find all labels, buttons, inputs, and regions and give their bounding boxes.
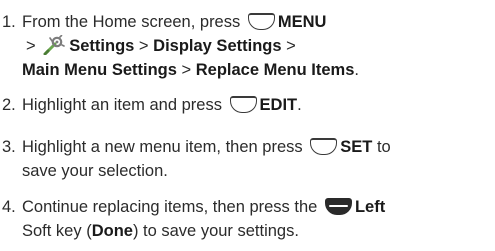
display-settings-label: Display Settings [153,37,282,55]
center-softkey-icon [310,138,338,155]
step-text: Continue replacing items, then press the [22,198,318,216]
step-text: Highlight an item and press [22,96,222,114]
step-text: Soft key ( [22,222,92,240]
step-text: save your selection. [22,162,168,180]
center-softkey-icon [229,96,257,113]
step-text: From the Home screen, press [22,13,241,31]
period: . [354,61,359,79]
instructions-page: 1. From the Home screen, press MENU > Se… [0,0,495,251]
step-body: Highlight a new menu item, then press SE… [22,135,492,183]
step-body: Continue replacing items, then press the… [22,195,492,243]
menu-key-label: MENU [277,13,327,31]
step-text: ) to save your settings. [132,222,299,240]
step-text: Highlight a new menu item, then press [22,138,303,156]
left-softkey-icon [324,198,352,215]
path-separator: > [138,37,149,55]
path-separator: > [286,37,296,55]
center-softkey-icon [247,13,275,30]
edit-key-label: EDIT [259,96,298,114]
step-number: 3. [2,138,16,156]
step-number: 1. [2,13,16,31]
step-number: 2. [2,96,16,114]
settings-label: Settings [69,37,135,55]
step-body: Highlight an item and press EDIT. [22,93,492,117]
done-label: Done [91,222,133,240]
settings-icon [43,35,66,55]
step-text: to [376,138,391,156]
main-menu-settings-label: Main Menu Settings [22,61,177,79]
step-body: From the Home screen, press MENU > Setti… [22,10,492,82]
step-number: 4. [2,198,16,216]
left-key-label: Left [354,198,386,216]
replace-menu-items-label: Replace Menu Items [195,61,355,79]
period: . [297,96,302,114]
path-separator: > [181,61,192,79]
path-separator: > [26,37,36,55]
set-key-label: SET [340,138,373,156]
